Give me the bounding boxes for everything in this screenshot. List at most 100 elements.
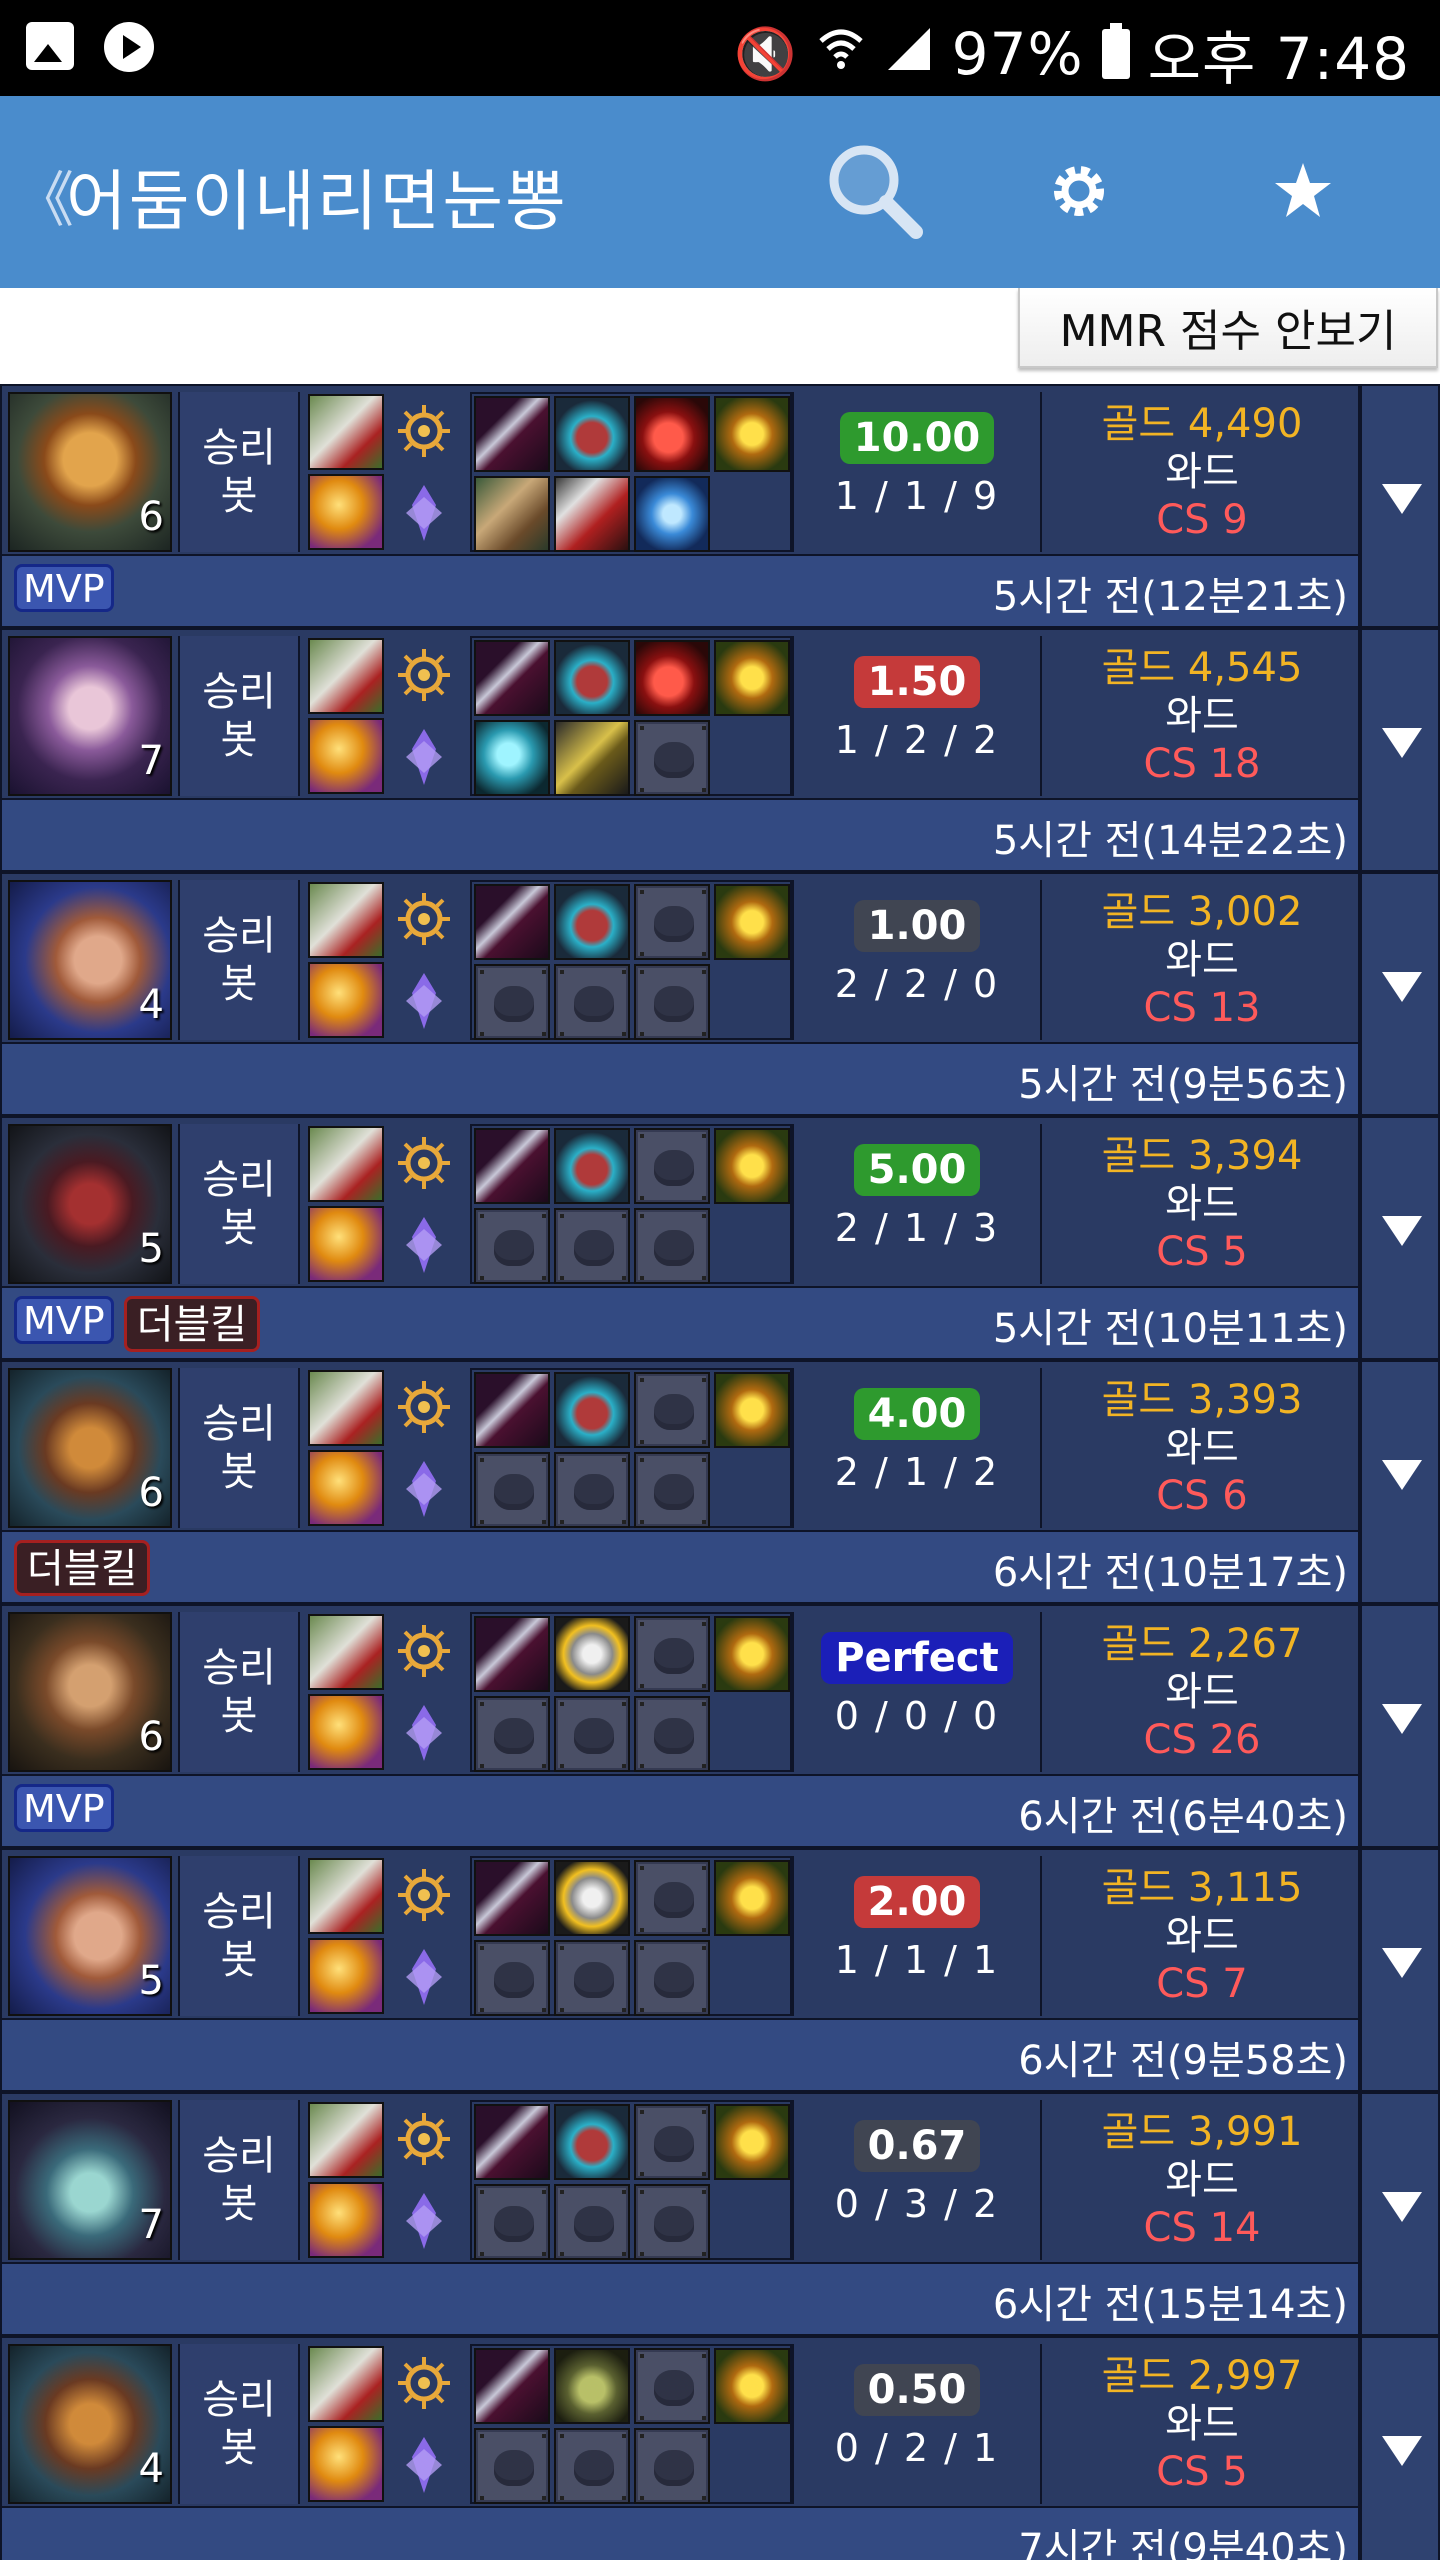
item-build	[470, 1124, 792, 1284]
ward-item-icon	[714, 2348, 790, 2424]
champion-portrait: 6	[8, 1368, 172, 1528]
empty-item-slot	[634, 1128, 710, 1204]
creep-score: CS 14	[1143, 2205, 1261, 2251]
ward-label: 와드	[1165, 1425, 1239, 1471]
match-row[interactable]: 7 승리 봇 1.50 1 / 2 / 2 골드 4,545 와드 CS 18 …	[0, 628, 1440, 872]
match-summary: 5 승리 봇 2.00 1 / 1 / 1 골드 3,115 와드 CS 7	[0, 1848, 1360, 2020]
lane-label: 봇	[220, 473, 258, 519]
champion-level: 5	[138, 1958, 164, 2004]
sword-item-icon	[474, 2348, 550, 2424]
empty-item-slot	[554, 964, 630, 1040]
empty-item-slot	[474, 2184, 550, 2260]
crystal-item-icon	[634, 476, 710, 552]
settings-button[interactable]	[1024, 136, 1134, 246]
creep-score: CS 7	[1156, 1961, 1248, 2007]
ward-label: 와드	[1165, 693, 1239, 739]
spirit-item-icon	[474, 720, 550, 796]
tome-item-icon	[474, 476, 550, 552]
keystone-rune-icon	[394, 1372, 454, 1442]
match-summary: 6 승리 봇 4.00 2 / 1 / 2 골드 3,393 와드 CS 6	[0, 1360, 1360, 1532]
lane-label: 봇	[220, 1937, 258, 1983]
match-row[interactable]: 5 승리 봇 2.00 1 / 1 / 1 골드 3,115 와드 CS 7 6…	[0, 1848, 1440, 2092]
match-result: 승리 봇	[178, 1124, 300, 1284]
summoner-spell-flash-icon	[308, 2182, 384, 2258]
kda-ratio-badge: 5.00	[853, 1144, 981, 1196]
keystone-rune-icon	[394, 884, 454, 954]
item-build	[470, 1368, 792, 1528]
empty-item-slot	[554, 2184, 630, 2260]
champion-level: 7	[138, 738, 164, 784]
match-summary: 4 승리 봇 0.50 0 / 2 / 1 골드 2,997 와드 CS 5	[0, 2336, 1360, 2508]
kda-ratio-badge: 1.50	[853, 656, 981, 708]
match-row[interactable]: 4 승리 봇 0.50 0 / 2 / 1 골드 2,997 와드 CS 5 7…	[0, 2336, 1440, 2560]
ward-item-icon	[714, 2104, 790, 2180]
double-kill-badge: 더블킬	[14, 1540, 151, 1596]
summoner-spell-flash-icon	[308, 1450, 384, 1526]
lane-label: 봇	[220, 1693, 258, 1739]
time-ago: 5시간 전(10분11초)	[992, 1306, 1348, 1352]
expand-match-button[interactable]	[1360, 2092, 1440, 2336]
expand-match-button[interactable]	[1360, 1848, 1440, 2092]
match-row[interactable]: 6 승리 봇 4.00 2 / 1 / 2 골드 3,393 와드 CS 6 더…	[0, 1360, 1440, 1604]
lane-label: 봇	[220, 717, 258, 763]
mmr-toggle-button[interactable]: MMR 점수 안보기	[1018, 288, 1438, 368]
expand-match-button[interactable]	[1360, 1360, 1440, 1604]
favorite-button[interactable]	[1248, 136, 1358, 246]
match-row[interactable]: 6 승리 봇 10.00 1 / 1 / 9 골드 4,490 와드 CS 9 …	[0, 384, 1440, 628]
summoner-spell-heal-icon	[308, 638, 384, 714]
champion-portrait: 5	[8, 1856, 172, 2016]
expand-match-button[interactable]	[1360, 2336, 1440, 2560]
gold-earned: 골드 3,991	[1101, 2109, 1303, 2155]
keystone-rune-icon	[394, 640, 454, 710]
champion-level: 6	[138, 494, 164, 540]
kda-ratio-badge: 4.00	[853, 1388, 981, 1440]
empty-item-slot	[634, 1616, 710, 1692]
expand-match-button[interactable]	[1360, 384, 1440, 628]
match-result: 승리 봇	[178, 1368, 300, 1528]
champion-portrait: 6	[8, 1612, 172, 1772]
secondary-rune-icon	[394, 1698, 454, 1768]
secondary-rune-icon	[394, 966, 454, 1036]
media-play-notification-icon	[104, 22, 154, 72]
expand-match-button[interactable]	[1360, 1116, 1440, 1360]
kda-column: 2.00 1 / 1 / 1	[792, 1856, 1042, 2016]
expand-match-button[interactable]	[1360, 628, 1440, 872]
empty-item-slot	[634, 1372, 710, 1448]
boots-item-icon	[554, 640, 630, 716]
match-row[interactable]: 7 승리 봇 0.67 0 / 3 / 2 골드 3,991 와드 CS 14 …	[0, 2092, 1440, 2336]
mvp-badge: MVP	[14, 564, 114, 612]
back-button[interactable]: 《	[14, 152, 74, 239]
time-ago: 6시간 전(9분58초)	[1018, 2038, 1348, 2084]
hat-item-icon	[554, 2348, 630, 2424]
secondary-rune-icon	[394, 1210, 454, 1280]
double-kill-badge: 더블킬	[123, 1296, 261, 1352]
match-row[interactable]: 4 승리 봇 1.00 2 / 2 / 0 골드 3,002 와드 CS 13 …	[0, 872, 1440, 1116]
expand-match-button[interactable]	[1360, 872, 1440, 1116]
match-row[interactable]: 5 승리 봇 5.00 2 / 1 / 3 골드 3,394 와드 CS 5 M…	[0, 1116, 1440, 1360]
economy-column: 골드 2,267 와드 CS 26	[1044, 1612, 1360, 1772]
creep-score: CS 5	[1156, 2449, 1248, 2495]
gold-earned: 골드 3,393	[1101, 1377, 1303, 1423]
summoner-spell-heal-icon	[308, 1370, 384, 1446]
time-ago: 7시간 전(9분40초)	[1018, 2526, 1348, 2560]
empty-item-slot	[474, 964, 550, 1040]
match-result: 승리 봇	[178, 880, 300, 1040]
search-button[interactable]	[820, 136, 930, 246]
empty-item-slot	[474, 1940, 550, 2016]
expand-match-button[interactable]	[1360, 1604, 1440, 1848]
match-footer: MVP 더블킬 5시간 전(10분11초)	[0, 1288, 1360, 1360]
match-row[interactable]: 6 승리 봇 Perfect 0 / 0 / 0 골드 2,267 와드 CS …	[0, 1604, 1440, 1848]
champion-portrait: 5	[8, 1124, 172, 1284]
creep-score: CS 6	[1156, 1473, 1248, 1519]
champion-level: 4	[138, 2446, 164, 2492]
gold-earned: 골드 2,267	[1101, 1621, 1303, 1667]
empty-item-slot	[474, 1208, 550, 1284]
match-result: 승리 봇	[178, 636, 300, 796]
result-label: 승리	[202, 1401, 276, 1447]
ward-label: 와드	[1165, 1913, 1239, 1959]
battery-percent: 97%	[951, 20, 1084, 88]
ward-item-icon	[714, 640, 790, 716]
match-summary: 7 승리 봇 0.67 0 / 3 / 2 골드 3,991 와드 CS 14	[0, 2092, 1360, 2264]
secondary-rune-icon	[394, 2186, 454, 2256]
summoner-spell-flash-icon	[308, 2426, 384, 2502]
